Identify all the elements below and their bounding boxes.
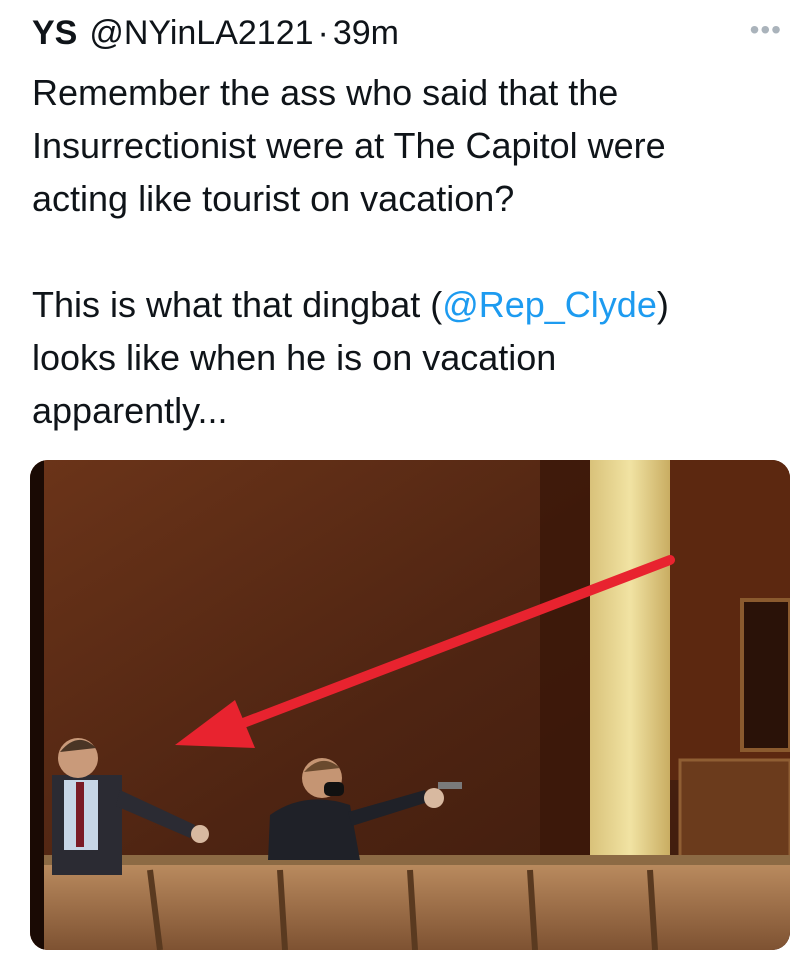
- separator-dot: ·: [317, 14, 329, 52]
- more-icon[interactable]: •••: [750, 14, 782, 46]
- tweet-header: YS @NYinLA2121 · 39m: [32, 8, 790, 58]
- timestamp[interactable]: 39m: [333, 16, 399, 50]
- text-p2-prefix: This is what that dingbat (: [32, 284, 443, 325]
- text-paragraph-2-line-3: apparently...: [32, 390, 228, 431]
- dark-post: [540, 460, 590, 860]
- user-handle[interactable]: @NYinLA2121: [89, 16, 313, 50]
- tweet-body: Remember the ass who said that the Insur…: [32, 66, 786, 437]
- doorway: [740, 598, 790, 752]
- left-edge: [30, 460, 44, 950]
- text-paragraph-2-line-2: looks like when he is on vacation: [32, 337, 557, 378]
- text-line-2: Insurrectionist were at The Capitol were: [32, 125, 666, 166]
- text-p2-suffix: ): [656, 284, 669, 325]
- text-line-1: Remember the ass who said that the: [32, 72, 619, 113]
- display-name[interactable]: YS: [32, 16, 77, 50]
- text-paragraph-2-line-1: This is what that dingbat (@Rep_Clyde): [32, 278, 786, 331]
- tweet-photo[interactable]: [30, 460, 790, 950]
- lectern: [678, 758, 790, 872]
- mention-link[interactable]: @Rep_Clyde: [442, 284, 657, 325]
- text-line-3: acting like tourist on vacation?: [32, 178, 515, 219]
- photo-illustration: [30, 460, 790, 950]
- gold-pillar: [590, 460, 670, 860]
